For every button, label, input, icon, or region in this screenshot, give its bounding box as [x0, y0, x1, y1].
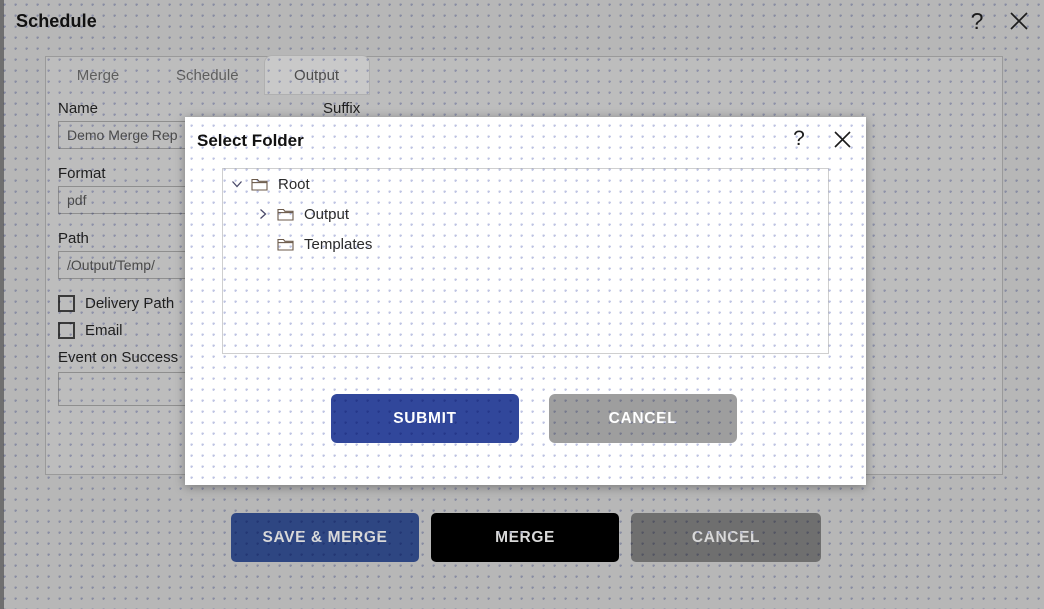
dialog-button-group: SUBMIT CANCEL — [331, 394, 737, 443]
tree-node-label: Output — [304, 205, 350, 223]
footer-button-group: SAVE & MERGE MERGE CANCEL — [231, 513, 821, 562]
tree-node-label: Templates — [304, 235, 373, 253]
help-icon[interactable]: ? — [964, 8, 990, 34]
close-icon[interactable] — [830, 127, 854, 151]
dialog-controls: ? — [787, 127, 854, 151]
folder-icon — [251, 177, 268, 192]
folder-icon — [277, 237, 294, 252]
dialog-cancel-button[interactable]: CANCEL — [549, 394, 737, 443]
cancel-button[interactable]: CANCEL — [631, 513, 821, 562]
tab-schedule[interactable]: Schedule — [150, 56, 265, 94]
chevron-down-icon[interactable] — [229, 176, 245, 192]
close-icon[interactable] — [1006, 8, 1032, 34]
left-edge-strip — [0, 0, 4, 609]
suffix-label: Suffix — [323, 100, 361, 117]
email-label: Email — [85, 322, 123, 339]
tree-node-root[interactable]: Root — [223, 169, 828, 199]
help-icon[interactable]: ? — [787, 127, 811, 151]
tree-node-templates[interactable]: Templates — [223, 229, 828, 259]
folder-icon — [277, 207, 294, 222]
submit-button[interactable]: SUBMIT — [331, 394, 519, 443]
email-checkbox[interactable] — [58, 322, 75, 339]
folder-tree[interactable]: Root Output Templates — [222, 168, 829, 354]
delivery-path-label: Delivery Path — [85, 295, 175, 312]
dialog-title: Select Folder — [197, 131, 304, 150]
merge-button[interactable]: MERGE — [431, 513, 619, 562]
window-controls: ? — [964, 8, 1032, 34]
tree-node-label: Root — [278, 175, 310, 193]
chevron-right-icon[interactable] — [255, 206, 271, 222]
delivery-path-checkbox[interactable] — [58, 295, 75, 312]
tab-output[interactable]: Output — [264, 56, 369, 94]
tab-merge[interactable]: Merge — [46, 56, 150, 94]
tab-bar: Merge Schedule Output — [45, 56, 1003, 94]
save-and-merge-button[interactable]: SAVE & MERGE — [231, 513, 419, 562]
select-folder-dialog: Select Folder ? Root Output Templates SU… — [185, 117, 866, 485]
page-title: Schedule — [16, 11, 97, 31]
tree-node-output[interactable]: Output — [223, 199, 828, 229]
app-root: Schedule ? Merge Schedule Output Name Su… — [0, 0, 1044, 609]
